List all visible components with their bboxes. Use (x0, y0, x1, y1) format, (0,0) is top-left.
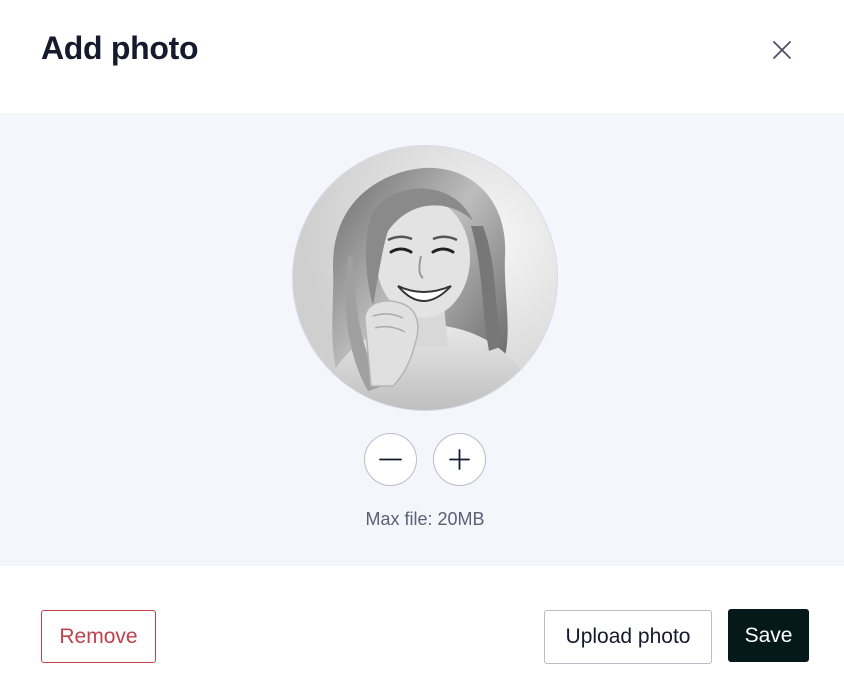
max-file-size-text: Max file: 20MB (365, 509, 485, 529)
zoom-out-button[interactable] (364, 433, 417, 486)
dialog-title: Add photo (41, 30, 199, 66)
minus-icon (379, 458, 402, 461)
remove-button[interactable]: Remove (41, 610, 156, 663)
close-icon (773, 41, 791, 59)
save-button[interactable]: Save (728, 609, 809, 662)
portrait-image (293, 146, 557, 410)
zoom-in-button[interactable] (433, 433, 486, 486)
plus-icon (449, 449, 470, 470)
upload-photo-button[interactable]: Upload photo (544, 610, 712, 664)
dialog-header: Add photo (0, 0, 844, 113)
photo-editor: Max file: 20MB (0, 113, 844, 566)
close-button[interactable] (764, 32, 800, 68)
avatar-photo[interactable] (292, 145, 558, 411)
add-photo-dialog: Add photo Max file: 20MB Remove Upload p… (0, 0, 844, 698)
dialog-footer: Remove Upload photo Save (0, 566, 844, 698)
